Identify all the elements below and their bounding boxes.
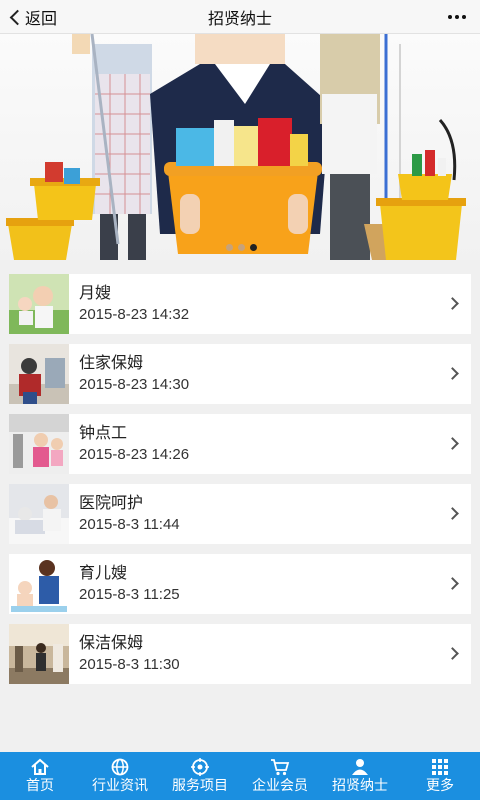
globe-icon — [111, 758, 129, 776]
chevron-right-icon — [446, 297, 459, 310]
tab-recruitment[interactable]: 招贤纳士 — [320, 752, 400, 800]
tab-label: 招贤纳士 — [332, 778, 388, 794]
thumbnail-image — [9, 554, 69, 614]
carousel-indicator[interactable] — [226, 244, 257, 251]
thumbnail-image — [9, 624, 69, 684]
list-item[interactable]: 住家保姆 2015-8-23 14:30 — [9, 344, 471, 404]
chevron-right-icon — [446, 437, 459, 450]
carousel-dot-active[interactable] — [250, 244, 257, 251]
item-date: 2015-8-3 11:30 — [79, 656, 180, 673]
job-list: 月嫂 2015-8-23 14:32 住家保姆 2015-8-23 14:30 … — [9, 274, 471, 694]
tab-members[interactable]: 企业会员 — [240, 752, 320, 800]
tab-label: 行业资讯 — [92, 778, 148, 794]
item-title: 住家保姆 — [79, 353, 144, 372]
bottom-tab-bar: 首页 行业资讯 服务项目 企业会员 招贤纳士 更多 — [0, 752, 480, 800]
grid-icon — [432, 759, 448, 775]
item-title: 保洁保姆 — [79, 633, 144, 652]
thumbnail-image — [9, 414, 69, 474]
item-date: 2015-8-3 11:25 — [79, 586, 180, 603]
chevron-right-icon — [446, 647, 459, 660]
item-title: 月嫂 — [79, 283, 112, 302]
tab-label: 企业会员 — [252, 778, 308, 794]
person-icon — [352, 759, 368, 775]
page-title: 招贤纳士 — [207, 8, 272, 28]
thumbnail-image — [9, 344, 69, 404]
chevron-right-icon — [446, 577, 459, 590]
chevron-right-icon — [446, 367, 459, 380]
carousel-dot[interactable] — [226, 244, 233, 251]
back-button[interactable]: 返回 — [8, 0, 57, 34]
back-label: 返回 — [25, 9, 58, 28]
chevron-left-icon — [9, 9, 26, 25]
banner-image — [6, 34, 466, 260]
tab-services[interactable]: 服务项目 — [160, 752, 240, 800]
tab-label: 更多 — [426, 778, 454, 794]
item-date: 2015-8-23 14:26 — [79, 446, 190, 463]
top-nav-bar: 返回 招贤纳士 — [0, 0, 480, 34]
list-item[interactable]: 育儿嫂 2015-8-3 11:25 — [9, 554, 471, 614]
more-options-icon[interactable] — [448, 9, 466, 25]
target-icon — [191, 758, 209, 776]
tab-label: 首页 — [26, 778, 54, 794]
tab-industry-news[interactable]: 行业资讯 — [80, 752, 160, 800]
list-item[interactable]: 保洁保姆 2015-8-3 11:30 — [9, 624, 471, 684]
tab-more[interactable]: 更多 — [400, 752, 480, 800]
list-item[interactable]: 钟点工 2015-8-23 14:26 — [9, 414, 471, 474]
carousel-dot[interactable] — [238, 244, 245, 251]
item-title: 育儿嫂 — [79, 563, 128, 582]
thumbnail-image — [9, 484, 69, 544]
home-icon — [31, 758, 49, 775]
item-date: 2015-8-23 14:30 — [79, 376, 190, 393]
cart-icon — [271, 759, 290, 776]
tab-home[interactable]: 首页 — [0, 752, 80, 800]
tab-label: 服务项目 — [172, 778, 228, 794]
item-title: 医院呵护 — [79, 493, 144, 512]
list-item[interactable]: 医院呵护 2015-8-3 11:44 — [9, 484, 471, 544]
item-title: 钟点工 — [79, 423, 128, 442]
list-item[interactable]: 月嫂 2015-8-23 14:32 — [9, 274, 471, 334]
hero-banner[interactable] — [0, 34, 480, 260]
thumbnail-image — [9, 274, 69, 334]
item-date: 2015-8-23 14:32 — [79, 306, 190, 323]
item-date: 2015-8-3 11:44 — [79, 516, 180, 533]
chevron-right-icon — [446, 507, 459, 520]
